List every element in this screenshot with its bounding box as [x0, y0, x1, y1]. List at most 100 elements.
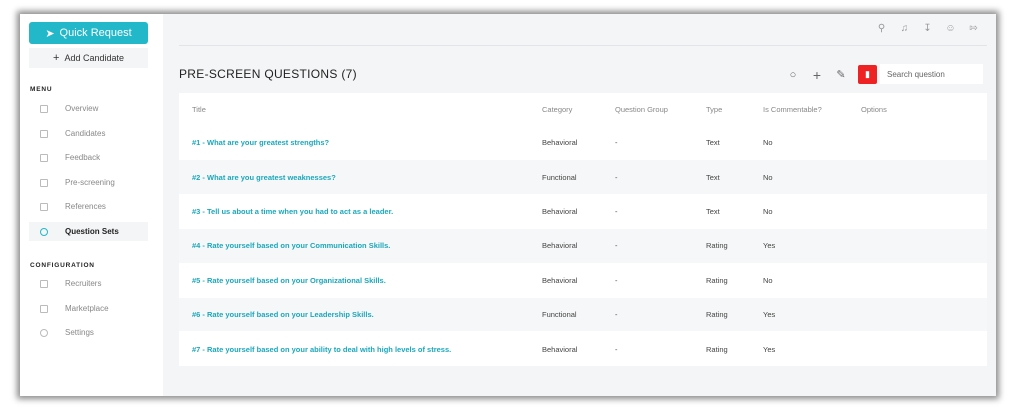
- sidebar-item-label: Marketplace: [65, 304, 109, 313]
- column-header-question-group[interactable]: Question Group: [615, 105, 706, 114]
- commentable-cell: Yes: [763, 241, 776, 251]
- gear-icon: [40, 328, 48, 337]
- sidebar-item-label: Candidates: [65, 129, 106, 138]
- column-header-title[interactable]: Title: [179, 105, 542, 114]
- category-cell: Behavioral: [542, 138, 578, 148]
- quick-request-label: Quick Request: [59, 27, 132, 39]
- type-cell: Rating: [706, 310, 728, 320]
- configuration-section-label: CONFIGURATION: [30, 262, 95, 269]
- sidebar-item-label: Recruiters: [65, 279, 102, 288]
- type-cell: Text: [706, 138, 720, 148]
- table-row[interactable]: #5 - Rate yourself based on your Organiz…: [179, 262, 987, 297]
- questions-table: Title Category Question Group Type Is Co…: [179, 93, 987, 366]
- thumbs-up-icon: [40, 153, 48, 162]
- commentable-cell: Yes: [763, 344, 776, 354]
- table-row[interactable]: #3 - Tell us about a time when you had t…: [179, 193, 987, 228]
- sidebar-item-recruiters[interactable]: Recruiters: [29, 274, 148, 293]
- references-icon: [40, 202, 48, 211]
- app-window: ➤ Quick Request + Add Candidate MENU Ove…: [20, 14, 996, 396]
- logout-icon[interactable]: ⇰: [968, 23, 979, 34]
- chat-icon: [40, 227, 48, 236]
- table-row[interactable]: #4 - Rate yourself based on your Communi…: [179, 228, 987, 263]
- sidebar-item-label: Feedback: [65, 153, 101, 162]
- question-title-link[interactable]: #1 - What are your greatest strengths?: [179, 138, 542, 147]
- users-icon: [40, 279, 48, 288]
- column-header-commentable[interactable]: Is Commentable?: [763, 105, 861, 114]
- table-row[interactable]: #1 - What are your greatest strengths? B…: [179, 125, 987, 159]
- sidebar-item-references[interactable]: References: [29, 197, 148, 216]
- question-group-cell: -: [615, 310, 618, 320]
- search-question-input[interactable]: [880, 64, 983, 84]
- question-group-cell: -: [615, 344, 618, 354]
- question-group-cell: -: [615, 275, 618, 285]
- type-cell: Rating: [706, 275, 728, 285]
- column-header-type[interactable]: Type: [706, 105, 763, 114]
- paper-plane-icon: ➤: [45, 27, 55, 40]
- sidebar-item-label: Question Sets: [65, 227, 119, 236]
- column-header-options: Options: [861, 104, 887, 114]
- type-cell: Text: [706, 172, 720, 182]
- question-title-link[interactable]: #2 - What are you greatest weaknesses?: [179, 173, 542, 182]
- user-icon[interactable]: ☺: [945, 23, 956, 34]
- page-title: PRE-SCREEN QUESTIONS (7): [179, 67, 357, 81]
- sidebar-item-settings[interactable]: Settings: [29, 323, 148, 342]
- sidebar-item-pre-screening[interactable]: Pre-screening: [29, 173, 148, 192]
- sidebar-item-overview[interactable]: Overview: [29, 99, 148, 118]
- commentable-cell: No: [763, 206, 773, 216]
- main-content: ⚲ ♫ ↧ ☺ ⇰ PRE-SCREEN QUESTIONS (7) ○ + ✎…: [163, 14, 996, 396]
- question-group-cell: -: [615, 138, 618, 148]
- category-cell: Behavioral: [542, 206, 578, 216]
- category-cell: Behavioral: [542, 275, 578, 285]
- category-cell: Functional: [542, 310, 577, 320]
- sidebar-item-feedback[interactable]: Feedback: [29, 148, 148, 167]
- sidebar-item-question-sets[interactable]: Question Sets: [29, 222, 148, 241]
- top-bar: ⚲ ♫ ↧ ☺ ⇰: [179, 14, 987, 46]
- question-title-link[interactable]: #6 - Rate yourself based on your Leaders…: [179, 310, 542, 319]
- overview-icon: [40, 104, 48, 113]
- type-cell: Rating: [706, 344, 728, 354]
- add-candidate-label: Add Candidate: [64, 53, 124, 63]
- category-cell: Functional: [542, 172, 577, 182]
- table-row[interactable]: #6 - Rate yourself based on your Leaders…: [179, 296, 987, 332]
- question-title-link[interactable]: #4 - Rate yourself based on your Communi…: [179, 241, 542, 250]
- search-icon[interactable]: ⚲: [876, 23, 887, 34]
- question-title-link[interactable]: #3 - Tell us about a time when you had t…: [179, 207, 542, 216]
- refresh-icon[interactable]: ○: [786, 68, 800, 82]
- table-row[interactable]: #2 - What are you greatest weaknesses? F…: [179, 159, 987, 194]
- candidates-icon: [40, 129, 48, 138]
- question-group-cell: -: [615, 172, 618, 182]
- commentable-cell: Yes: [763, 310, 776, 320]
- quick-request-button[interactable]: ➤ Quick Request: [29, 22, 148, 44]
- plus-icon: +: [53, 52, 60, 64]
- add-icon[interactable]: +: [810, 67, 824, 83]
- question-title-link[interactable]: #5 - Rate yourself based on your Organiz…: [179, 276, 542, 285]
- commentable-cell: No: [763, 275, 773, 285]
- sidebar-item-marketplace[interactable]: Marketplace: [29, 299, 148, 318]
- table-toolbar: ○ + ✎ ▮: [786, 65, 877, 84]
- sidebar-item-label: References: [65, 202, 106, 211]
- sidebar-item-label: Pre-screening: [65, 178, 115, 187]
- store-icon: [40, 304, 48, 313]
- sidebar-item-candidates[interactable]: Candidates: [29, 124, 148, 143]
- video-icon: [40, 178, 48, 187]
- bell-icon[interactable]: ♫: [899, 23, 910, 34]
- table-header: Title Category Question Group Type Is Co…: [179, 93, 987, 125]
- menu-section-label: MENU: [30, 86, 53, 93]
- sidebar: ➤ Quick Request + Add Candidate MENU Ove…: [20, 14, 163, 396]
- commentable-cell: No: [763, 172, 773, 182]
- type-cell: Text: [706, 206, 720, 216]
- edit-icon[interactable]: ✎: [834, 68, 848, 82]
- question-title-link[interactable]: #7 - Rate yourself based on your ability…: [179, 345, 542, 354]
- type-cell: Rating: [706, 241, 728, 251]
- sidebar-item-label: Settings: [65, 328, 94, 337]
- category-cell: Behavioral: [542, 241, 578, 251]
- question-group-cell: -: [615, 206, 618, 216]
- table-row[interactable]: #7 - Rate yourself based on your ability…: [179, 331, 987, 365]
- add-candidate-button[interactable]: + Add Candidate: [29, 48, 148, 68]
- column-header-category[interactable]: Category: [542, 105, 615, 114]
- category-cell: Behavioral: [542, 344, 578, 354]
- commentable-cell: No: [763, 138, 773, 148]
- download-icon[interactable]: ↧: [922, 23, 933, 34]
- trash-icon[interactable]: ▮: [858, 65, 877, 84]
- question-group-cell: -: [615, 241, 618, 251]
